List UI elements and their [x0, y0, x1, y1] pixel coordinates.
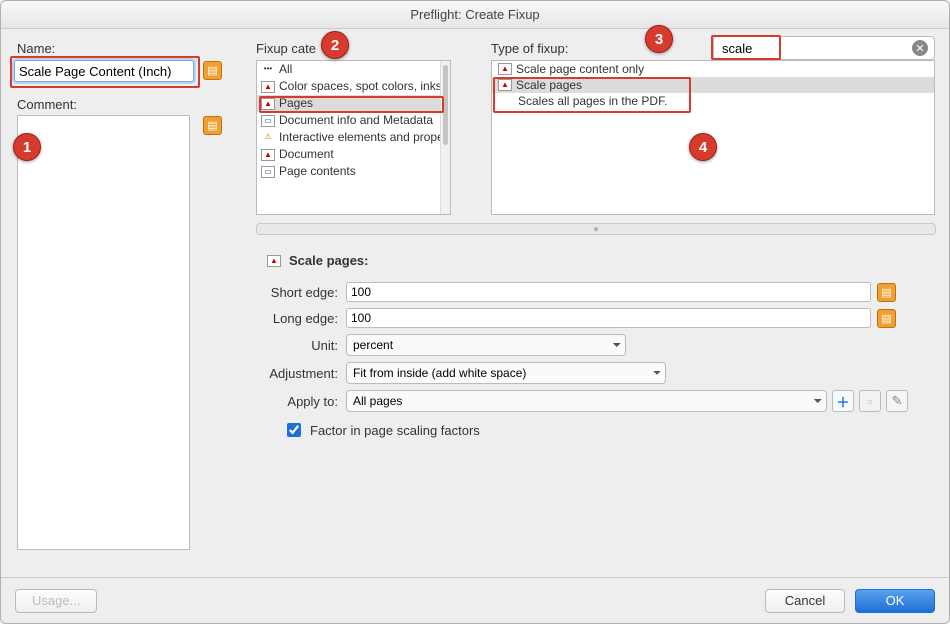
category-color[interactable]: ▲ Color spaces, spot colors, inks: [257, 78, 450, 95]
apply-to-label: Apply to:: [261, 394, 346, 409]
callout-4: 4: [689, 133, 717, 161]
comment-textarea[interactable]: [17, 115, 190, 550]
warn-icon: ⚠: [261, 132, 275, 144]
long-edge-variable-button[interactable]: ▤: [877, 309, 896, 328]
comment-variable-button[interactable]: ▤: [203, 116, 222, 135]
name-label: Name:: [17, 41, 55, 56]
name-variable-button[interactable]: ▤: [203, 61, 222, 80]
category-docinfo[interactable]: ▭ Document info and Metadata: [257, 112, 450, 129]
nudge-icon: ▫: [868, 394, 873, 409]
book-icon: ▤: [881, 286, 891, 299]
pdf-icon: ▲: [261, 81, 275, 93]
long-edge-label: Long edge:: [261, 311, 346, 326]
annotation-box-3: [711, 35, 781, 60]
ok-button[interactable]: OK: [855, 589, 935, 613]
pencil-icon: ✎: [892, 393, 903, 409]
nudge-button[interactable]: ▫: [859, 390, 881, 412]
section-header: ▲ Scale pages:: [267, 253, 935, 268]
panel-separator[interactable]: ●: [256, 223, 936, 235]
category-interactive[interactable]: ⚠ Interactive elements and proper: [257, 129, 450, 146]
callout-2: 2: [321, 31, 349, 59]
pdf-icon: ▲: [261, 149, 275, 161]
category-document[interactable]: ▲ Document: [257, 146, 450, 163]
pdf-icon: ▲: [498, 63, 512, 75]
type-scale-content-only[interactable]: ▲ Scale page content only: [492, 61, 934, 77]
category-all[interactable]: ••• All: [257, 61, 450, 78]
type-of-fixup-label: Type of fixup:: [491, 41, 568, 56]
short-edge-input[interactable]: [346, 282, 871, 302]
content-area: Name: ▤ Comment: ▤ Fixup cate ••• All ▲ …: [1, 29, 949, 577]
apply-to-select[interactable]: All pages: [346, 390, 827, 412]
annotation-box-1: [10, 56, 200, 88]
doc-icon: ▭: [261, 115, 275, 127]
short-edge-label: Short edge:: [261, 285, 346, 300]
category-label: All: [279, 61, 292, 78]
plus-icon: ＋: [836, 392, 849, 411]
clear-search-button[interactable]: ✕: [912, 40, 928, 56]
book-icon: ▤: [207, 64, 217, 77]
fixup-categories-list[interactable]: ••• All ▲ Color spaces, spot colors, ink…: [256, 60, 451, 215]
window-title: Preflight: Create Fixup: [1, 1, 949, 29]
book-icon: ▤: [881, 312, 891, 325]
doc-icon: ▭: [261, 166, 275, 178]
pdf-icon: ▲: [267, 255, 281, 267]
callout-3: 3: [645, 25, 673, 53]
callout-1: 1: [13, 133, 41, 161]
section-title: Scale pages:: [289, 253, 369, 268]
category-label: Page contents: [279, 163, 356, 180]
category-label: Document info and Metadata: [279, 112, 433, 129]
unit-select[interactable]: percent: [346, 334, 626, 356]
type-label: Scale page content only: [516, 62, 644, 76]
long-edge-input[interactable]: [346, 308, 871, 328]
category-scrollbar[interactable]: [440, 61, 450, 214]
dialog-footer: Usage... Cancel OK: [1, 577, 949, 623]
factor-scaling-label: Factor in page scaling factors: [310, 423, 480, 438]
category-label: Document: [279, 146, 334, 163]
cancel-button[interactable]: Cancel: [765, 589, 845, 613]
category-label: Color spaces, spot colors, inks: [279, 78, 442, 95]
close-icon: ✕: [915, 42, 924, 55]
annotation-box-2: [259, 96, 444, 113]
dots-icon: •••: [261, 64, 275, 76]
preflight-dialog: Preflight: Create Fixup Name: ▤ Comment:…: [0, 0, 950, 624]
category-pagecontents[interactable]: ▭ Page contents: [257, 163, 450, 180]
book-icon: ▤: [207, 119, 217, 132]
annotation-box-4: [493, 77, 691, 113]
factor-scaling-checkbox[interactable]: [287, 423, 301, 437]
fixup-categories-label: Fixup cate: [256, 41, 316, 56]
adjustment-label: Adjustment:: [261, 366, 346, 381]
usage-button[interactable]: Usage...: [15, 589, 97, 613]
add-button[interactable]: ＋: [832, 390, 854, 412]
category-label: Interactive elements and proper: [279, 129, 448, 146]
unit-label: Unit:: [261, 338, 346, 353]
comment-label: Comment:: [17, 97, 77, 112]
short-edge-variable-button[interactable]: ▤: [877, 283, 896, 302]
adjustment-select[interactable]: Fit from inside (add white space): [346, 362, 666, 384]
parameters-panel: ▲ Scale pages: Short edge: ▤ Long edge: …: [261, 245, 935, 440]
edit-button[interactable]: ✎: [886, 390, 908, 412]
